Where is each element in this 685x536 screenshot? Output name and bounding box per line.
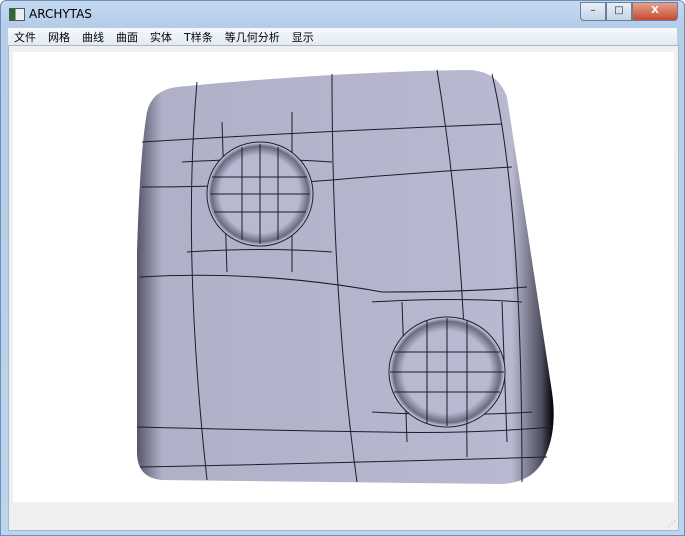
menu-curve[interactable]: 曲线 (76, 28, 110, 45)
menu-display[interactable]: 显示 (286, 28, 320, 45)
menu-bar: 文件 网格 曲线 曲面 实体 T样条 等几何分析 显示 (8, 28, 677, 45)
surface-body (137, 70, 554, 484)
menu-tspline[interactable]: T样条 (178, 28, 219, 45)
app-window: ARCHYTAS – □ X 文件 网格 曲线 曲面 实体 T样条 等几何分析 … (0, 0, 685, 536)
window-title: ARCHYTAS (29, 7, 92, 21)
tspline-model (136, 69, 554, 484)
close-button[interactable]: X (632, 2, 678, 21)
menu-isogeometric[interactable]: 等几何分析 (219, 28, 286, 45)
menu-solid[interactable]: 实体 (144, 28, 178, 45)
menu-mesh[interactable]: 网格 (42, 28, 76, 45)
maximize-button[interactable]: □ (606, 2, 632, 21)
app-icon (9, 8, 25, 21)
3d-viewport[interactable] (13, 52, 674, 502)
client-area: ⋰ (8, 45, 679, 531)
resize-grip-icon[interactable]: ⋰ (668, 519, 676, 528)
minimize-button[interactable]: – (580, 2, 606, 21)
menu-surface[interactable]: 曲面 (110, 28, 144, 45)
menu-file[interactable]: 文件 (8, 28, 42, 45)
